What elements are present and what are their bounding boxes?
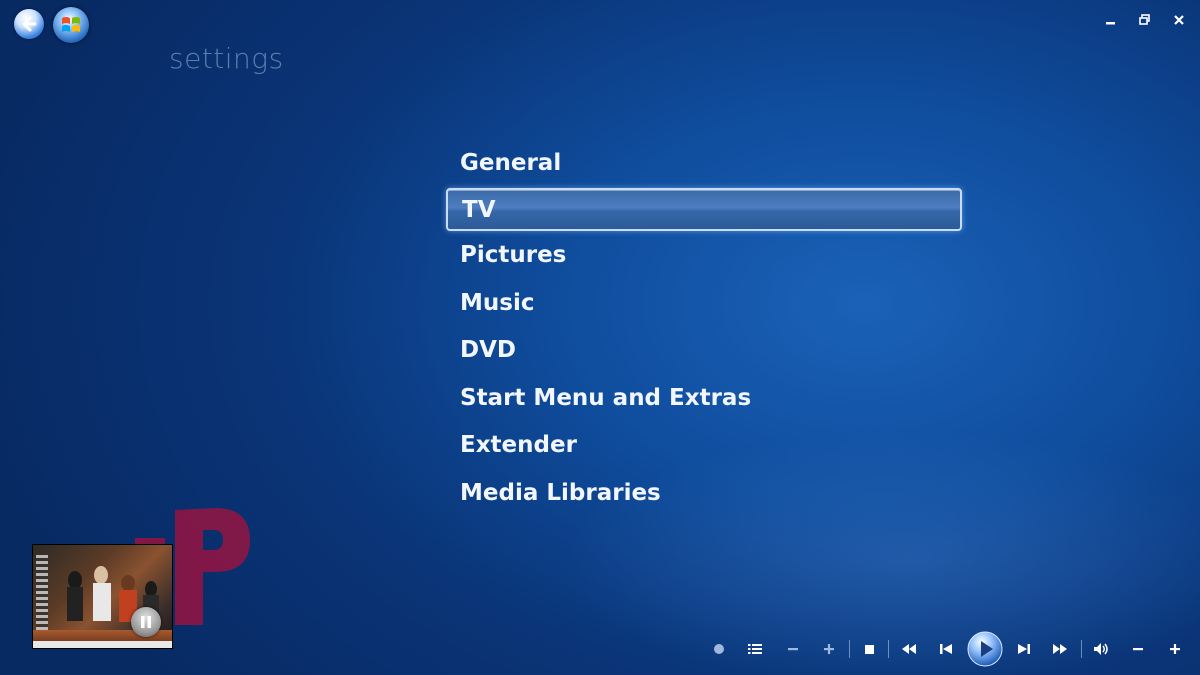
rewind-button[interactable] <box>897 631 921 667</box>
back-arrow-icon <box>22 16 37 32</box>
restore-icon[interactable] <box>1138 12 1152 26</box>
guide-list-icon <box>748 644 762 654</box>
menu-item-dvd[interactable]: DVD <box>446 327 962 373</box>
mute-button[interactable] <box>1089 631 1113 667</box>
record-icon <box>714 644 724 654</box>
back-button[interactable] <box>14 9 44 39</box>
skip-back-icon <box>940 644 952 654</box>
channel-down-icon <box>788 648 798 651</box>
rewind-icon <box>902 644 916 654</box>
channel-up-icon <box>824 644 834 654</box>
stop-button[interactable] <box>858 631 880 667</box>
settings-menu: General TV Pictures Music DVD Start Menu… <box>446 140 962 517</box>
menu-item-general[interactable]: General <box>446 140 962 186</box>
play-button[interactable] <box>966 631 1004 667</box>
volume-up-icon <box>1170 644 1180 654</box>
windows-start-orb-icon <box>62 17 80 32</box>
pause-icon <box>141 616 151 628</box>
transport-controls <box>706 631 1190 667</box>
menu-item-pictures[interactable]: Pictures <box>446 232 962 278</box>
minimize-icon[interactable] <box>1104 12 1118 26</box>
pause-button[interactable] <box>131 607 161 637</box>
guide-button[interactable] <box>744 631 766 667</box>
transport-separator <box>1081 640 1082 658</box>
skip-forward-icon <box>1018 644 1030 654</box>
volume-down-button[interactable] <box>1127 631 1149 667</box>
fast-forward-icon <box>1053 644 1067 654</box>
menu-item-extender[interactable]: Extender <box>446 422 962 468</box>
mute-icon <box>1094 643 1108 655</box>
channel-up-button[interactable] <box>818 631 840 667</box>
skip-back-button[interactable] <box>934 631 958 667</box>
menu-item-media-libraries[interactable]: Media Libraries <box>446 470 962 516</box>
menu-item-music[interactable]: Music <box>446 280 962 326</box>
stop-icon <box>864 644 874 654</box>
volume-down-icon <box>1133 648 1143 651</box>
fast-forward-button[interactable] <box>1048 631 1072 667</box>
menu-item-tv[interactable]: TV <box>446 187 962 231</box>
play-icon <box>967 631 1003 667</box>
transport-separator <box>888 640 889 658</box>
window-controls <box>1104 12 1186 26</box>
page-title: settings <box>169 42 284 75</box>
volume-up-button[interactable] <box>1164 631 1186 667</box>
skip-forward-button[interactable] <box>1012 631 1036 667</box>
menu-item-start-menu-and-extras[interactable]: Start Menu and Extras <box>446 375 962 421</box>
thumbnail-ticker <box>33 641 172 648</box>
close-icon[interactable] <box>1172 12 1186 26</box>
channel-down-button[interactable] <box>782 631 804 667</box>
start-button[interactable] <box>53 7 89 43</box>
transport-separator <box>849 640 850 658</box>
record-button[interactable] <box>708 631 730 667</box>
